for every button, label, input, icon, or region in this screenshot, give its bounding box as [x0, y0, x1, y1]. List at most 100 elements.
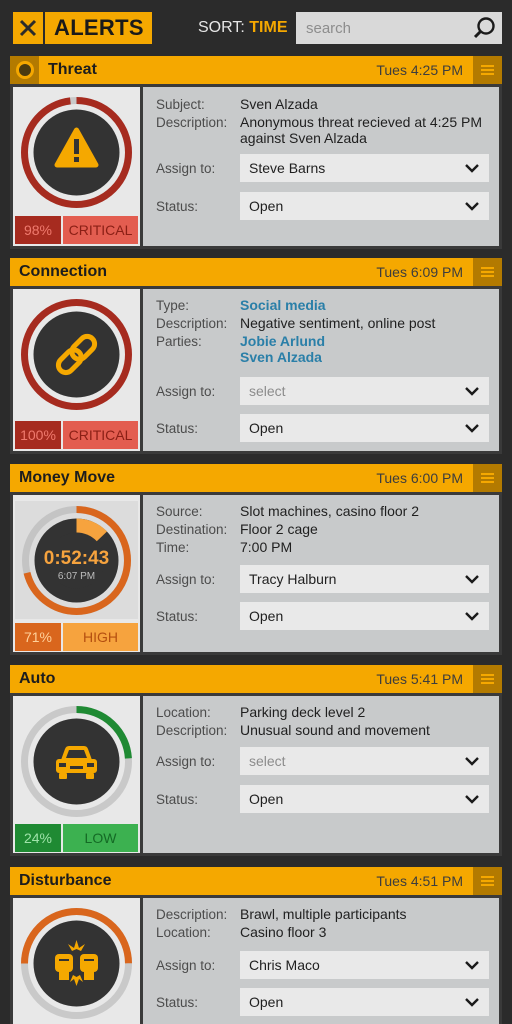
card-menu-button[interactable] [473, 867, 502, 895]
search-button[interactable] [472, 15, 498, 41]
page-title: ALERTS [45, 12, 152, 44]
chevron-down-icon [465, 998, 479, 1007]
threat-level-panel [13, 898, 140, 1024]
status-select[interactable]: Open [240, 192, 489, 220]
assign-label: Assign to: [156, 572, 216, 587]
status-value: Open [249, 420, 284, 436]
card-time: Tues 5:41 PM [376, 671, 463, 687]
severity-percent: 98% [15, 216, 61, 244]
threat-gauge [13, 289, 140, 439]
assign-select[interactable]: Steve Barns [240, 154, 489, 182]
assign-value: select [249, 383, 286, 399]
field-label: Location: [156, 925, 211, 940]
field-value: 7:00 PM [240, 539, 293, 555]
alert-card-auto[interactable]: Auto Tues 5:41 PM 24% LOW Location: Park… [10, 665, 502, 856]
card-title: Connection [19, 263, 107, 280]
field-label: Description: [156, 316, 228, 331]
alert-card-threat[interactable]: Threat Tues 4:25 PM 98% CRITICAL Subject… [10, 56, 502, 249]
alert-details: Description: Brawl, multiple participant… [143, 898, 499, 1024]
search-box [296, 12, 502, 44]
status-select[interactable]: Open [240, 414, 489, 442]
alert-card-connection[interactable]: Connection Tues 6:09 PM 100% CRITICAL Ty… [10, 258, 502, 454]
assign-select[interactable]: Chris Maco [240, 951, 489, 979]
card-header: Threat Tues 4:25 PM [10, 56, 502, 84]
alert-details: Type: Social media Description: Negative… [143, 289, 499, 451]
timer-countdown: 0:52:43 [43, 548, 110, 569]
status-value: Open [249, 791, 284, 807]
severity-level: CRITICAL [63, 421, 138, 449]
alert-details: Location: Parking deck level 2 Descripti… [143, 696, 499, 853]
chevron-down-icon [465, 387, 479, 396]
assign-value: select [249, 753, 286, 769]
gauge-ring [21, 97, 132, 208]
status-value: Open [249, 198, 284, 214]
field-label: Source: [156, 504, 203, 519]
sort-control[interactable]: SORT: TIME [198, 19, 288, 37]
assign-value: Tracy Halburn [249, 571, 337, 587]
status-label: Status: [156, 995, 199, 1010]
assign-select[interactable]: select [240, 747, 489, 775]
top-bar: ALERTS SORT: TIME [0, 0, 512, 56]
chevron-down-icon [465, 612, 479, 621]
alert-active-icon[interactable] [10, 56, 39, 84]
field-value: Floor 2 cage [240, 521, 318, 537]
alert-card-money-move[interactable]: Money Move Tues 6:00 PM 0:52:43 6:07 PM … [10, 464, 502, 655]
chevron-down-icon [465, 164, 479, 173]
field-value-link[interactable]: Social media [240, 297, 326, 314]
status-label: Status: [156, 421, 199, 436]
assign-label: Assign to: [156, 161, 216, 176]
field-value: Casino floor 3 [240, 924, 327, 940]
assign-select[interactable]: select [240, 377, 489, 405]
assign-label: Assign to: [156, 958, 216, 973]
party-link[interactable]: Sven Alzada [240, 349, 322, 366]
search-icon [473, 17, 495, 39]
chevron-down-icon [465, 202, 479, 211]
field-value: Negative sentiment, online post [240, 315, 436, 331]
field-value: Sven Alzada [240, 96, 318, 112]
severity-level: HIGH [63, 623, 138, 651]
card-title: Disturbance [19, 872, 112, 889]
status-select[interactable]: Open [240, 785, 489, 813]
severity-badge: 71% HIGH [15, 623, 138, 651]
assign-select[interactable]: Tracy Halburn [240, 565, 489, 593]
threat-level-panel: 98% CRITICAL [13, 87, 140, 246]
field-label: Type: [156, 298, 190, 313]
status-value: Open [249, 994, 284, 1010]
chevron-down-icon [465, 575, 479, 584]
threat-gauge: 0:52:43 6:07 PM [15, 501, 138, 619]
severity-percent: 71% [15, 623, 61, 651]
severity-percent: 100% [15, 421, 61, 449]
status-select[interactable]: Open [240, 602, 489, 630]
card-time: Tues 4:25 PM [376, 62, 463, 78]
sort-value: TIME [249, 19, 288, 36]
card-title: Threat [48, 61, 97, 78]
card-title: Money Move [19, 469, 116, 486]
card-menu-button[interactable] [473, 464, 502, 492]
assign-label: Assign to: [156, 384, 216, 399]
status-label: Status: [156, 609, 199, 624]
party-link[interactable]: Jobie Arlund [240, 333, 325, 350]
alert-card-disturbance[interactable]: Disturbance Tues 4:51 PM Description: Br… [10, 867, 502, 1024]
chevron-down-icon [465, 795, 479, 804]
field-label: Description: [156, 115, 228, 130]
field-value: Slot machines, casino floor 2 [240, 503, 419, 519]
card-menu-button[interactable] [473, 258, 502, 286]
field-label: Parties: [156, 334, 202, 349]
close-button[interactable] [13, 12, 43, 44]
severity-badge: 24% LOW [15, 824, 138, 852]
chevron-down-icon [465, 424, 479, 433]
field-value-continued: against Sven Alzada [240, 130, 367, 146]
close-icon [19, 19, 37, 37]
card-menu-button[interactable] [473, 665, 502, 693]
field-value: Brawl, multiple participants [240, 906, 407, 922]
field-label: Location: [156, 705, 211, 720]
chevron-down-icon [465, 757, 479, 766]
field-value: Unusual sound and movement [240, 722, 430, 738]
severity-level: LOW [63, 824, 138, 852]
status-select[interactable]: Open [240, 988, 489, 1016]
card-menu-button[interactable] [473, 56, 502, 84]
field-label: Time: [156, 540, 190, 555]
gauge-ring [21, 908, 132, 1019]
threat-level-panel: 0:52:43 6:07 PM 71% HIGH [13, 495, 140, 652]
search-input[interactable] [296, 12, 466, 44]
